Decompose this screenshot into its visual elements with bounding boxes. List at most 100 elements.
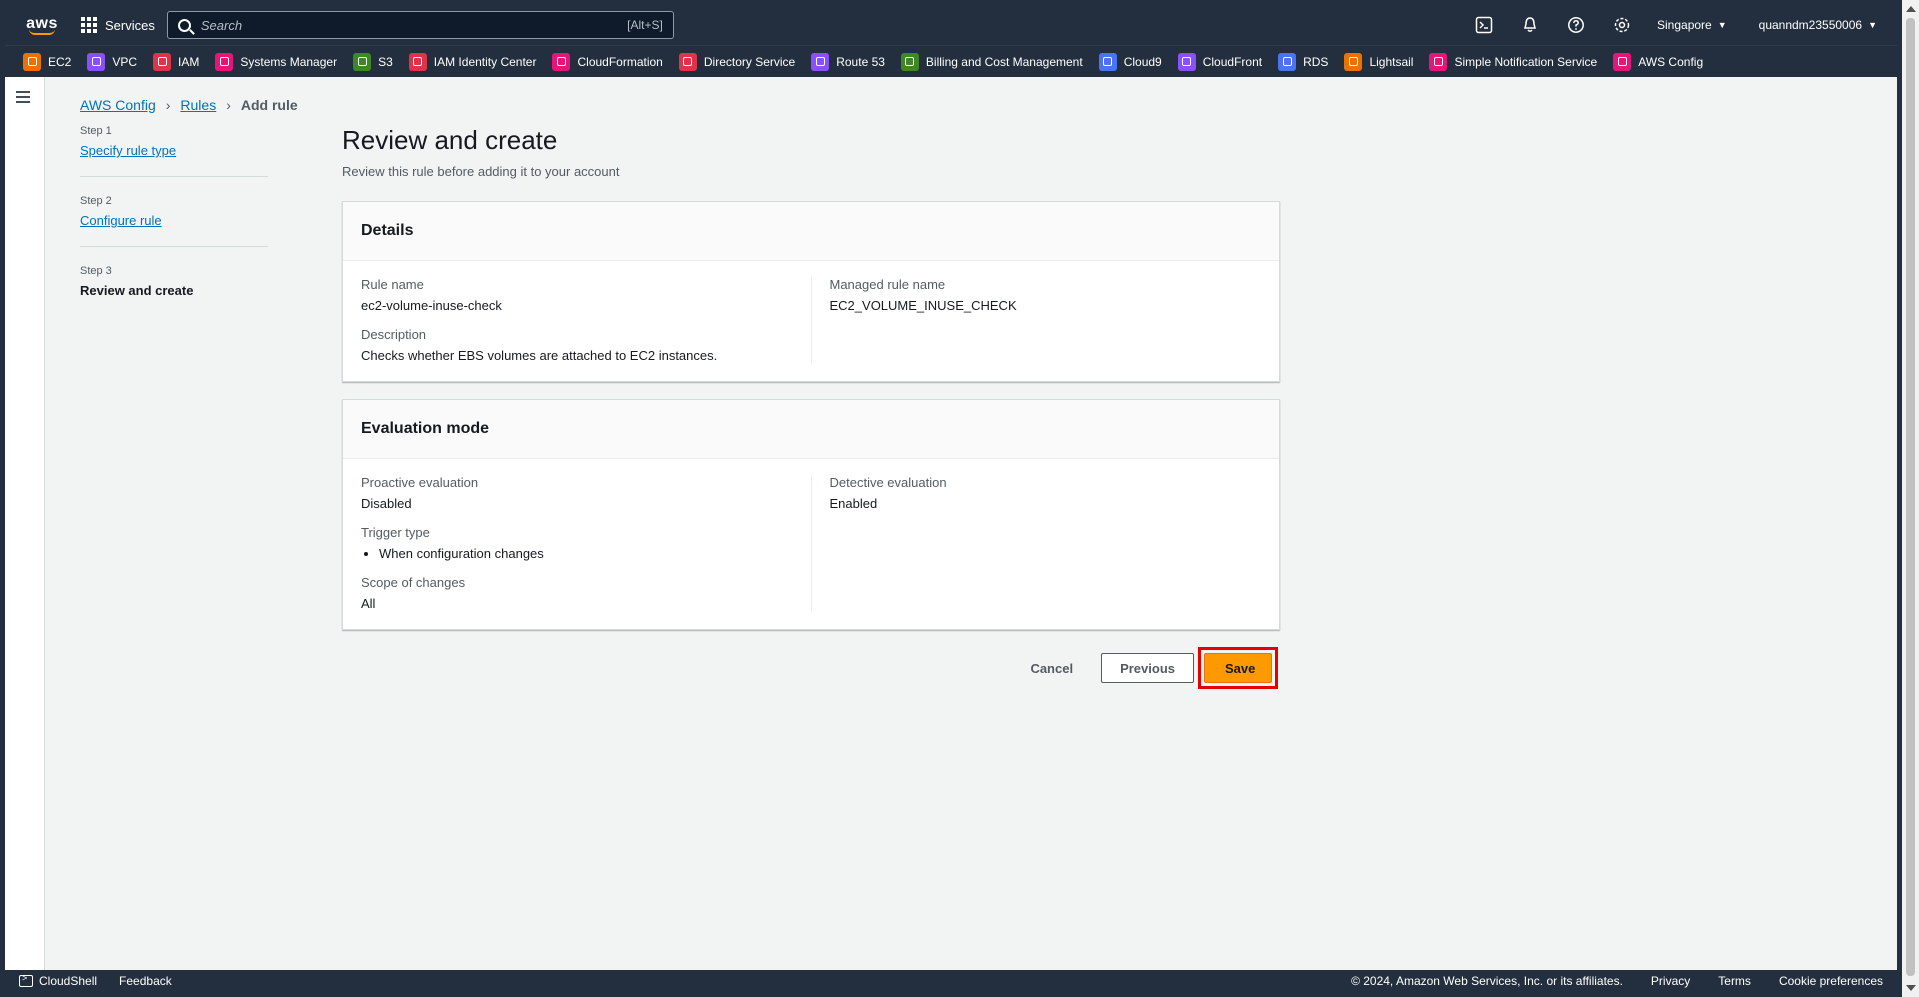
detective-evaluation-label: Detective evaluation	[829, 475, 947, 490]
wizard-steps: Step 1 Specify rule type Step 2 Configur…	[80, 125, 268, 334]
footer-terms-link[interactable]: Terms	[1718, 974, 1751, 988]
route53-icon	[811, 52, 830, 71]
managed-rule-name-label: Managed rule name	[829, 277, 946, 292]
favorite-sns[interactable]: Simple Notification Service	[1429, 52, 1598, 71]
favorite-label: CloudFormation	[577, 54, 663, 69]
details-heading: Details	[361, 222, 414, 239]
chevron-right-icon: ›	[165, 97, 171, 113]
evaluation-mode-panel: Evaluation mode Proactive evaluation Dis…	[342, 399, 1280, 630]
main-content: Review and create Review this rule befor…	[342, 125, 1280, 689]
evaluation-mode-heading: Evaluation mode	[361, 420, 490, 437]
scope-of-changes-label: Scope of changes	[361, 575, 466, 590]
proactive-evaluation-value: Disabled	[361, 496, 412, 511]
details-panel: Details Rule name ec2-volume-inuse-check…	[342, 201, 1280, 382]
favorite-label: S3	[378, 54, 393, 69]
favorite-s3[interactable]: S3	[353, 52, 393, 71]
page-scrollbar[interactable]	[1902, 0, 1919, 997]
account-menu[interactable]: quanndm23550006 ▼	[1759, 18, 1877, 32]
step-current-review: Review and create	[80, 283, 194, 298]
favorite-vpc[interactable]: VPC	[87, 52, 138, 71]
favorite-systems-manager[interactable]: Systems Manager	[215, 52, 337, 71]
favorite-ec2[interactable]: EC2	[23, 52, 71, 71]
trigger-type-value: When configuration changes	[379, 546, 793, 561]
favorite-route53[interactable]: Route 53	[811, 52, 885, 71]
aws-logo[interactable]: aws	[21, 11, 63, 39]
iam-icon	[153, 52, 172, 71]
s3-icon	[353, 52, 372, 71]
breadcrumb-aws-config[interactable]: AWS Config	[80, 97, 156, 113]
save-highlight-box: Save	[1198, 647, 1278, 689]
cloudfront-icon	[1177, 52, 1196, 71]
favorite-iam[interactable]: IAM	[153, 52, 200, 71]
save-button[interactable]: Save	[1204, 653, 1272, 683]
trigger-type-label: Trigger type	[361, 525, 430, 540]
favorite-label: RDS	[1303, 54, 1329, 69]
cloudshell-icon	[19, 973, 33, 987]
footer-cookie-preferences-link[interactable]: Cookie preferences	[1779, 974, 1883, 988]
favorite-label: AWS Config	[1638, 54, 1704, 69]
footer-cloudshell-button[interactable]: CloudShell	[19, 973, 97, 988]
wizard-step-2: Step 2 Configure rule	[80, 195, 268, 247]
favorite-label: CloudFront	[1202, 54, 1263, 69]
cloud9-icon	[1098, 52, 1117, 71]
billing-icon	[900, 52, 919, 71]
cloudshell-icon[interactable]	[1461, 5, 1507, 45]
managed-rule-name-value: EC2_VOLUME_INUSE_CHECK	[829, 298, 1017, 313]
favorite-label: IAM Identity Center	[433, 54, 537, 69]
sns-icon	[1429, 52, 1448, 71]
wizard-step-3: Step 3 Review and create	[80, 265, 268, 316]
services-label: Services	[105, 17, 155, 33]
caret-down-icon: ▼	[1868, 20, 1877, 30]
search-shortcut-hint: [Alt+S]	[627, 18, 663, 32]
footer-feedback-link[interactable]: Feedback	[119, 974, 172, 988]
help-icon[interactable]	[1553, 5, 1599, 45]
cancel-button[interactable]: Cancel	[1010, 654, 1093, 683]
wizard-step-1: Step 1 Specify rule type	[80, 125, 268, 177]
region-label: Singapore	[1657, 18, 1712, 32]
footer-privacy-link[interactable]: Privacy	[1651, 974, 1690, 988]
bell-icon[interactable]	[1507, 5, 1553, 45]
services-menu-button[interactable]: Services	[81, 17, 155, 33]
favorite-rds[interactable]: RDS	[1278, 52, 1329, 71]
scroll-up-arrow-icon[interactable]	[1906, 6, 1916, 12]
scrollbar-thumb[interactable]	[1906, 18, 1915, 976]
scroll-down-arrow-icon[interactable]	[1906, 985, 1916, 991]
breadcrumb-rules[interactable]: Rules	[180, 97, 216, 113]
favorite-directory-service[interactable]: Directory Service	[678, 52, 796, 71]
favorite-iam-identity-center[interactable]: IAM Identity Center	[408, 52, 537, 71]
footer-copyright: © 2024, Amazon Web Services, Inc. or its…	[1351, 974, 1623, 988]
directory-service-icon	[678, 52, 697, 71]
vpc-icon	[87, 52, 106, 71]
search-box[interactable]: [Alt+S]	[166, 11, 674, 39]
step-link-configure-rule[interactable]: Configure rule	[80, 213, 162, 228]
favorite-lightsail[interactable]: Lightsail	[1344, 52, 1413, 71]
lightsail-icon	[1344, 52, 1363, 71]
scope-of-changes-value: All	[361, 596, 376, 611]
favorite-aws-config[interactable]: AWS Config	[1613, 52, 1704, 71]
cloudformation-icon	[552, 52, 571, 71]
favorites-bar: EC2 VPC IAM Systems Manager S3 IAM Identity C…	[5, 45, 1897, 77]
region-selector[interactable]: Singapore ▼	[1657, 18, 1727, 32]
favorite-billing[interactable]: Billing and Cost Management	[900, 52, 1083, 71]
top-navigation: aws Services [Alt+S]	[5, 5, 1897, 45]
favorite-cloudformation[interactable]: CloudFormation	[552, 52, 663, 71]
favorite-cloud9[interactable]: Cloud9	[1098, 52, 1162, 71]
detective-evaluation-value: Enabled	[829, 496, 878, 511]
systems-manager-icon	[215, 52, 234, 71]
favorite-label: IAM	[178, 54, 200, 69]
search-input[interactable]	[200, 17, 628, 33]
favorite-label: VPC	[112, 54, 138, 69]
favorite-cloudfront[interactable]: CloudFront	[1177, 52, 1263, 71]
menu-icon[interactable]	[16, 91, 30, 103]
favorite-label: Simple Notification Service	[1454, 54, 1598, 69]
favorite-label: Billing and Cost Management	[925, 54, 1083, 69]
step-link-specify-rule-type[interactable]: Specify rule type	[80, 143, 176, 158]
previous-button[interactable]: Previous	[1101, 653, 1194, 683]
step-label: Step 2	[80, 195, 112, 207]
footer: CloudShell Feedback © 2024, Amazon Web S…	[5, 970, 1897, 992]
favorite-label: Directory Service	[703, 54, 796, 69]
aws-config-icon	[1613, 52, 1632, 71]
gear-icon[interactable]	[1599, 5, 1645, 45]
account-label: quanndm23550006	[1758, 18, 1863, 32]
caret-down-icon: ▼	[1717, 20, 1727, 30]
